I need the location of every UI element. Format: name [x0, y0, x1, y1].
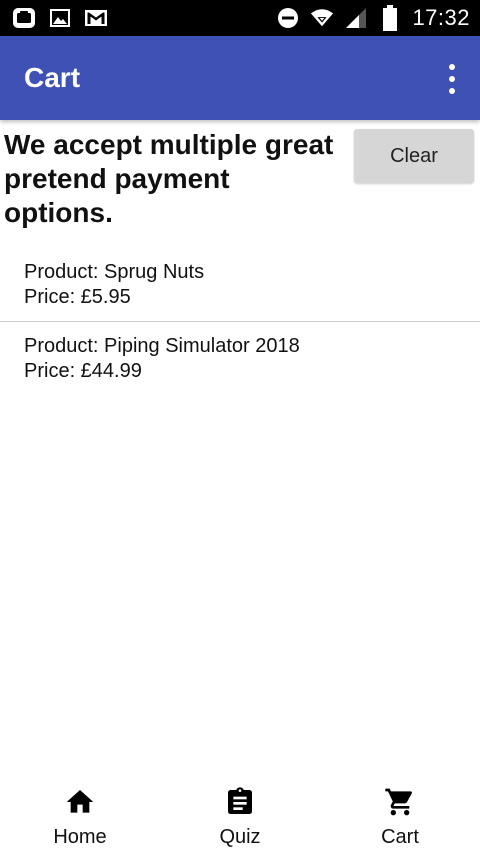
screen: 17:32 Cart We accept multiple great pret…: [0, 0, 480, 854]
product-price: Price: £5.95: [24, 286, 131, 308]
status-time: 17:32: [412, 5, 470, 30]
system-icons: 17:32: [276, 4, 470, 32]
wifi-icon: [310, 6, 334, 30]
cart-list: Product: Sprug Nuts Price: £5.95 Product…: [0, 248, 480, 395]
list-item[interactable]: Product: Piping Simulator 2018 Price: £4…: [0, 322, 480, 395]
app-icon: [12, 6, 36, 30]
image-icon: [48, 6, 72, 30]
signal-icon: [344, 6, 368, 30]
overflow-menu-icon: [449, 64, 455, 70]
battery-icon: [378, 5, 402, 31]
nav-item-cart[interactable]: Cart: [320, 774, 480, 854]
overflow-menu-icon-dot: [449, 88, 455, 94]
product-name: Product: Sprug Nuts: [24, 261, 205, 283]
home-icon: [64, 786, 96, 818]
list-item[interactable]: Product: Sprug Nuts Price: £5.95: [0, 248, 480, 321]
status-bar: 17:32: [0, 0, 480, 36]
nav-label: Quiz: [219, 826, 261, 848]
clipboard-icon: [224, 786, 256, 818]
product-name: Product: Piping Simulator 2018: [24, 335, 300, 357]
gmail-icon: [84, 6, 108, 30]
do-not-disturb-icon: [276, 6, 300, 30]
overflow-menu-button[interactable]: [444, 64, 460, 94]
nav-item-home[interactable]: Home: [0, 774, 160, 854]
nav-label: Cart: [381, 826, 419, 848]
overflow-menu-icon-dot: [449, 76, 455, 82]
cart-icon: [384, 786, 416, 818]
nav-label: Home: [53, 826, 107, 848]
nav-item-quiz[interactable]: Quiz: [160, 774, 320, 854]
app-bar: Cart: [0, 36, 480, 120]
clear-button[interactable]: Clear: [354, 129, 474, 183]
page-title: Cart: [24, 62, 81, 93]
bottom-navigation: Home Quiz Cart: [0, 774, 480, 854]
notification-icons: [12, 6, 108, 30]
payment-headline: We accept multiple great pretend payment…: [4, 129, 334, 228]
product-price: Price: £44.99: [24, 360, 142, 382]
